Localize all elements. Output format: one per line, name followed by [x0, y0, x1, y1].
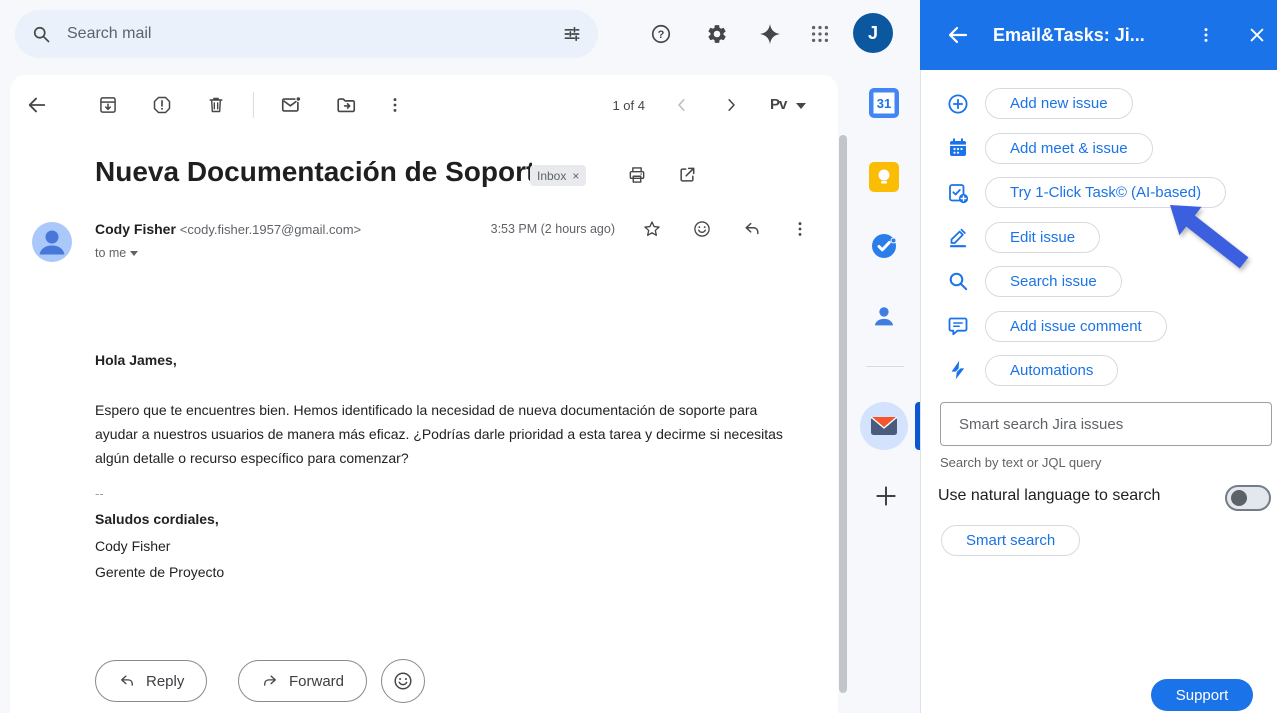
star-icon[interactable] — [632, 209, 672, 249]
print-icon[interactable] — [617, 155, 657, 195]
signature-closing: Saludos cordiales, — [95, 511, 795, 527]
reply-arrow-icon — [118, 672, 136, 690]
forward-arrow-icon — [261, 672, 279, 690]
calendar-app-icon[interactable]: 31 — [864, 83, 904, 123]
message-more-icon[interactable] — [780, 209, 820, 249]
support-button[interactable]: Support — [1151, 679, 1253, 711]
reply-button[interactable]: Reply — [95, 660, 207, 702]
forward-label: Forward — [289, 673, 344, 690]
newer-email-icon[interactable] — [662, 85, 702, 125]
get-addons-plus-icon[interactable] — [866, 476, 906, 516]
search-filter-icon[interactable] — [546, 24, 598, 44]
inbox-label-chip[interactable]: Inbox × — [530, 165, 586, 186]
to-me-label: to me — [95, 246, 126, 260]
automation-bolt-icon — [946, 358, 970, 382]
apps-grid-icon[interactable] — [800, 14, 840, 54]
email-subject: Nueva Documentación de Soporte — [95, 156, 551, 188]
sender-avatar[interactable] — [32, 222, 72, 262]
task-add-icon — [946, 181, 970, 205]
settings-gear-icon[interactable] — [697, 14, 737, 54]
add-circle-icon — [946, 92, 970, 116]
contacts-app-icon[interactable] — [864, 296, 904, 336]
more-options-icon[interactable] — [375, 85, 415, 125]
pagination-count: 1 of 4 — [590, 98, 645, 113]
email-paragraph: Espero que te encuentres bien. Hemos ide… — [95, 398, 795, 470]
natural-language-label: Use natural language to search — [938, 487, 1160, 505]
inbox-label-text: Inbox — [537, 169, 566, 183]
signature-name: Cody Fisher — [95, 538, 795, 554]
keep-app-icon[interactable] — [864, 157, 904, 197]
gmail-search-bar[interactable] — [15, 10, 598, 58]
input-tools-caret-icon[interactable] — [796, 103, 806, 109]
signature-delimiter: -- — [95, 486, 795, 501]
reply-icon[interactable] — [732, 209, 772, 249]
move-to-icon[interactable] — [326, 85, 366, 125]
forward-button[interactable]: Forward — [238, 660, 367, 702]
smart-search-button[interactable]: Smart search — [941, 525, 1080, 556]
archive-icon[interactable] — [88, 85, 128, 125]
recipient-details-toggle[interactable]: to me — [95, 246, 138, 260]
sender-name: Cody Fisher — [95, 221, 176, 237]
delete-icon[interactable] — [196, 85, 236, 125]
gemini-sparkle-icon[interactable] — [750, 14, 790, 54]
comment-icon — [946, 314, 970, 338]
search-icon[interactable] — [15, 24, 67, 44]
automations-button[interactable]: Automations — [985, 355, 1118, 386]
add-issue-comment-button[interactable]: Add issue comment — [985, 311, 1167, 342]
sender-line: Cody Fisher <cody.fisher.1957@gmail.com> — [95, 221, 361, 237]
email-tasks-extension-icon[interactable] — [864, 406, 904, 446]
email-greeting: Hola James, — [95, 352, 795, 368]
panel-back-icon[interactable] — [938, 15, 978, 55]
add-meet-issue-button[interactable]: Add meet & issue — [985, 133, 1153, 164]
panel-title: Email&Tasks: Ji... — [993, 25, 1145, 46]
avatar-initial: J — [868, 23, 878, 44]
search-issue-button[interactable]: Search issue — [985, 266, 1122, 297]
extension-panel-header: Email&Tasks: Ji... — [920, 0, 1277, 70]
input-tools-label[interactable]: Pv — [770, 96, 786, 113]
rail-divider — [866, 366, 904, 367]
edit-issue-button[interactable]: Edit issue — [985, 222, 1100, 253]
search-hint: Search by text or JQL query — [940, 455, 1101, 470]
reply-label: Reply — [146, 673, 184, 690]
back-to-inbox-icon[interactable] — [17, 85, 57, 125]
jira-search-input[interactable] — [940, 402, 1272, 446]
open-in-new-icon[interactable] — [667, 155, 707, 195]
report-spam-icon[interactable] — [142, 85, 182, 125]
sender-email: <cody.fisher.1957@gmail.com> — [180, 222, 361, 237]
toolbar-divider — [253, 92, 254, 118]
email-timestamp: 3:53 PM (2 hours ago) — [455, 222, 615, 236]
one-click-task-button[interactable]: Try 1-Click Task© (AI-based) — [985, 177, 1226, 208]
toggle-knob — [1231, 490, 1247, 506]
mark-unread-icon[interactable] — [271, 85, 311, 125]
signature-role: Gerente de Proyecto — [95, 564, 795, 580]
tasks-app-icon[interactable] — [864, 226, 904, 266]
svg-text:?: ? — [658, 29, 665, 41]
svg-text:31: 31 — [877, 96, 891, 111]
vertical-scrollbar[interactable] — [839, 135, 847, 693]
panel-close-icon[interactable] — [1237, 15, 1277, 55]
panel-more-icon[interactable] — [1186, 15, 1226, 55]
recipient-caret-icon — [130, 251, 138, 256]
older-email-icon[interactable] — [711, 85, 751, 125]
edit-icon — [946, 225, 970, 249]
search-issue-icon — [946, 269, 970, 293]
search-input[interactable] — [67, 25, 507, 43]
help-icon[interactable]: ? — [641, 14, 681, 54]
emoji-reaction-icon[interactable] — [682, 209, 722, 249]
remove-label-icon[interactable]: × — [572, 169, 579, 183]
avatar[interactable]: J — [853, 13, 893, 53]
add-reaction-button[interactable] — [381, 659, 425, 703]
add-new-issue-button[interactable]: Add new issue — [985, 88, 1133, 119]
natural-language-toggle[interactable] — [1225, 485, 1271, 511]
calendar-icon — [946, 136, 970, 160]
